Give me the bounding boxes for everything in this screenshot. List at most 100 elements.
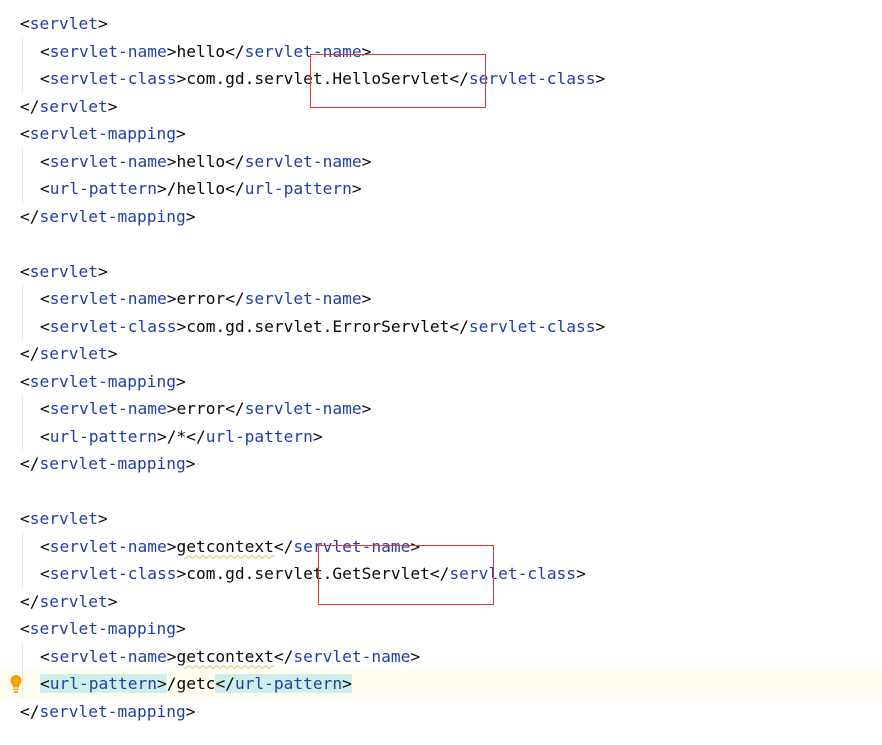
end-tag: </servlet-name> (225, 152, 371, 171)
end-tag-open-bracket: </ (20, 591, 40, 611)
code-line-content: <servlet-class>com.gd.servlet.HelloServl… (20, 65, 605, 93)
start-tag: <servlet-name> (40, 42, 176, 61)
code-line-content: <servlet> (20, 258, 108, 286)
tag-open-bracket: < (40, 674, 50, 693)
start-tag: <servlet-name> (40, 537, 176, 556)
xml-tag-name: servlet-class (468, 69, 596, 88)
tag-open-bracket: < (20, 509, 30, 528)
code-line[interactable]: <servlet-name>getcontext</servlet-name> (0, 533, 882, 561)
tag-close-bracket: > (576, 564, 586, 583)
end-tag-open-bracket: </ (273, 646, 294, 666)
code-line[interactable]: <servlet-name>hello</servlet-name> (0, 148, 882, 176)
tag-close-bracket: > (156, 426, 167, 446)
xml-tag-name: servlet-mapping (39, 454, 186, 473)
code-line[interactable]: <servlet> (0, 505, 882, 533)
xml-tag-name: servlet-name (293, 646, 411, 666)
code-line[interactable]: <servlet-class>com.gd.servlet.ErrorServl… (0, 313, 882, 341)
code-line[interactable] (0, 230, 882, 258)
tag-close-bracket: > (166, 151, 177, 171)
code-line[interactable]: <url-pattern>/hello</ url-pattern > (0, 175, 882, 203)
element-value: getcontext (176, 536, 274, 556)
code-line[interactable]: </servlet-mapping> (0, 698, 882, 726)
tag-close-bracket: > (351, 179, 362, 198)
element-value: com.gd.servlet.GetServlet (186, 564, 430, 583)
code-line[interactable]: </servlet> (0, 93, 882, 121)
tag-close-bracket: > (107, 96, 118, 116)
tag-close-bracket: > (595, 316, 606, 336)
lightbulb-icon[interactable] (9, 674, 23, 694)
tag-open-bracket: < (40, 289, 50, 308)
code-line[interactable]: <servlet-class>com.gd.servlet.GetServlet… (0, 560, 882, 588)
start-tag: <url-pattern> (40, 179, 167, 198)
code-line-content: <url-pattern>/getc</url-pattern> (20, 670, 352, 698)
end-tag: </servlet-name> (225, 289, 371, 308)
xml-tag-name: servlet (29, 14, 98, 33)
element-value: hello (176, 151, 226, 171)
code-line[interactable]: </servlet-mapping> (0, 450, 882, 478)
code-line[interactable] (0, 478, 882, 506)
code-line[interactable]: </servlet> (0, 340, 882, 368)
end-tag-open-bracket: </ (20, 344, 40, 363)
code-line[interactable]: <servlet> (0, 258, 882, 286)
end-tag-open-bracket: </ (225, 41, 245, 61)
end-tag-open-bracket: </ (273, 536, 294, 556)
tag-open-bracket: < (40, 69, 50, 88)
start-tag: <servlet-class> (40, 69, 186, 88)
end-tag: </servlet-name> (274, 537, 420, 556)
end-tag-open-bracket: </ (225, 179, 245, 198)
code-line-content: <url-pattern>/*</url-pattern> (20, 423, 323, 451)
code-line[interactable]: <servlet> (0, 10, 882, 38)
code-line-content: <servlet-name>getcontext</servlet-name> (20, 643, 420, 671)
code-line-content: </servlet> (20, 588, 117, 616)
element-value: /* (166, 426, 187, 446)
end-tag: </servlet-class> (430, 564, 586, 583)
tag-close-bracket: > (176, 316, 187, 336)
tag-close-bracket: > (312, 426, 323, 446)
xml-tag-name: servlet-name (49, 289, 167, 308)
element-value: com.gd.servlet.ErrorServlet (186, 316, 450, 336)
tag-close-bracket: > (166, 536, 177, 556)
xml-tag-name: servlet-name (244, 399, 362, 418)
code-editor[interactable]: <servlet> <servlet-name>hello</servlet-na… (0, 10, 882, 725)
code-line[interactable]: <servlet-class>com.gd.servlet.HelloServl… (0, 65, 882, 93)
tag-open-bracket: < (20, 619, 30, 638)
start-tag: <servlet-class> (40, 317, 186, 336)
indent-guide (22, 642, 23, 698)
xml-tag-name: servlet (29, 261, 98, 281)
tag-close-bracket: > (97, 509, 108, 528)
code-line-content: <servlet-mapping> (20, 368, 186, 396)
code-line[interactable]: <servlet-name>hello</servlet-name> (0, 38, 882, 66)
tag-close-bracket: > (342, 674, 352, 693)
code-line[interactable]: <url-pattern>/*</url-pattern> (0, 423, 882, 451)
end-tag-open-bracket: </ (186, 426, 206, 446)
xml-tag-name: servlet-name (49, 41, 167, 61)
code-line-content: <servlet-mapping> (20, 615, 186, 643)
end-tag: </servlet-name> (274, 647, 420, 666)
xml-tag-name: servlet-name (293, 536, 411, 556)
tag-close-bracket: > (107, 591, 118, 611)
element-value: /hello (166, 179, 226, 198)
tag-close-bracket: > (166, 399, 177, 418)
code-line[interactable]: <url-pattern>/getc</url-pattern> (0, 670, 882, 698)
code-line[interactable]: <servlet-name>error</servlet-name> (0, 285, 882, 313)
code-line[interactable]: <servlet-mapping> (0, 120, 882, 148)
xml-tag-name: url-pattern (234, 674, 343, 693)
indent-guide (22, 532, 23, 588)
code-line[interactable]: <servlet-name>getcontext</servlet-name> (0, 643, 882, 671)
code-line[interactable]: </servlet> (0, 588, 882, 616)
code-line[interactable]: <servlet-mapping> (0, 615, 882, 643)
end-tag: </servlet-name> (225, 42, 371, 61)
code-line-content: <servlet-name>getcontext</servlet-name> (20, 533, 420, 561)
code-line[interactable]: </servlet-mapping> (0, 203, 882, 231)
tag-close-bracket: > (361, 41, 372, 61)
code-line[interactable]: <servlet-name>error</servlet-name> (0, 395, 882, 423)
code-line-content: <url-pattern>/hello</ url-pattern > (20, 175, 362, 203)
element-value: error (176, 399, 226, 418)
end-tag-open-bracket: </ (20, 96, 40, 116)
xml-tag-name: servlet-class (49, 69, 177, 88)
xml-tag-name: url-pattern (49, 179, 157, 198)
start-tag: <servlet-name> (40, 647, 176, 666)
code-line[interactable]: <servlet-mapping> (0, 368, 882, 396)
start-tag: <servlet-class> (40, 564, 186, 583)
code-line-content: </servlet-mapping> (20, 698, 195, 726)
